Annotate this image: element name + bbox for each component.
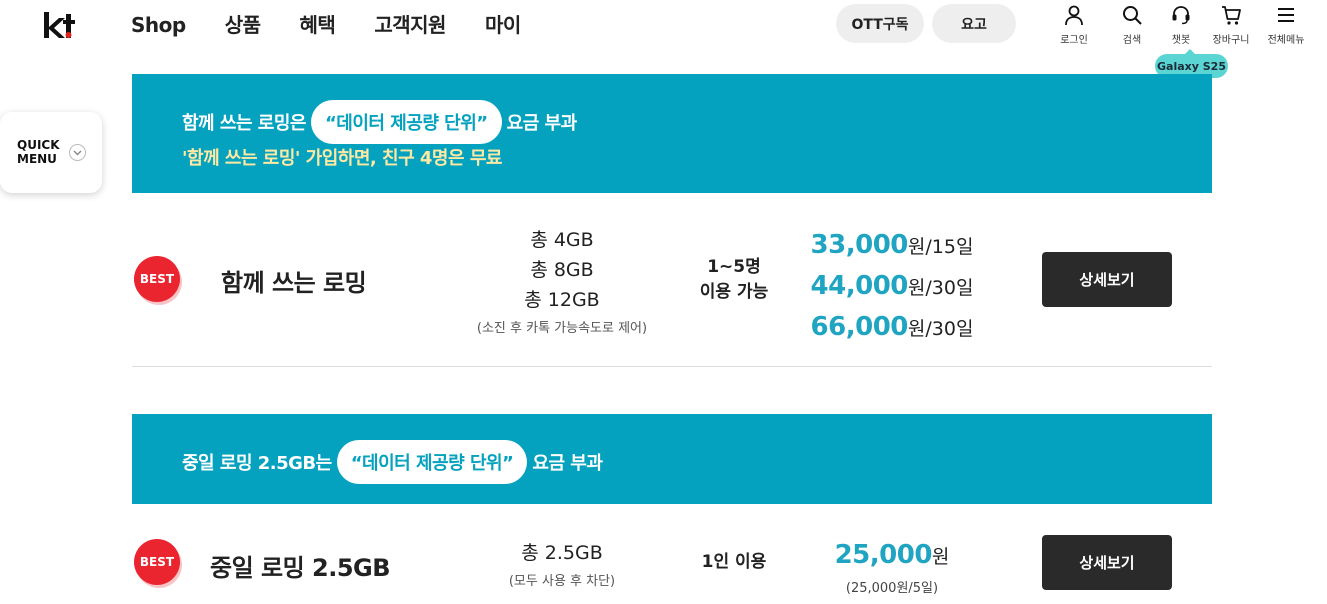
- banner1-highlight-chip: “데이터 제공량 단위”: [310, 100, 502, 144]
- all-menu-label: 전체메뉴: [1267, 35, 1305, 46]
- banner1-line1: 함께 쓰는 로밍은 “데이터 제공량 단위” 요금 부과: [182, 100, 577, 144]
- chevron-down-icon: [73, 150, 82, 155]
- ott-subscription-button[interactable]: OTT구독: [836, 4, 924, 43]
- users-count: 1인 이용: [701, 552, 767, 572]
- banner1-line2: '함께 쓰는 로밍' 가입하면, 친구 4명은 무료: [182, 148, 502, 169]
- price-option: 66,000원/30일: [777, 308, 1007, 349]
- data-option: 총 2.5GB: [521, 542, 603, 564]
- price-amount: 44,000: [810, 271, 909, 301]
- price-option: 44,000원/30일: [777, 267, 1007, 308]
- price-unit: 원/15일: [907, 236, 974, 258]
- users-desc: 이용 가능: [699, 282, 769, 302]
- price-unit: 원/30일: [907, 318, 974, 340]
- price-amount: 66,000: [810, 312, 909, 342]
- plan-row-together-roaming: BEST 함께 쓰는 로밍 총 4GB 총 8GB 총 12GB (소진 후 카…: [132, 193, 1212, 367]
- kt-logo-mark: [44, 12, 75, 38]
- kt-logo[interactable]: [42, 10, 78, 40]
- cart-button[interactable]: 장바구니: [1206, 4, 1256, 46]
- search-icon: [1123, 6, 1142, 25]
- banner1-text-after: 요금 부과: [506, 113, 578, 134]
- plan-prices: 33,000원/15일 44,000원/30일 66,000원/30일: [777, 226, 1007, 349]
- plan2-detail-button[interactable]: 상세보기: [1042, 535, 1172, 590]
- plan-prices: 25,000원 (25,000원/5일): [777, 536, 1007, 596]
- chatbot-button[interactable]: 챗봇: [1156, 4, 1206, 46]
- plan-name: 중일 로밍 2.5GB: [210, 554, 391, 582]
- data-option: 총 12GB: [524, 289, 600, 311]
- plan-data-allowance: 총 4GB 총 8GB 총 12GB (소진 후 카톡 가능속도로 제어): [452, 225, 672, 336]
- search-label: 검색: [1122, 35, 1142, 46]
- all-menu-button[interactable]: 전체메뉴: [1261, 4, 1311, 46]
- banner1-text-before: 함께 쓰는 로밍은: [182, 113, 306, 134]
- data-note: (모두 사용 후 차단): [508, 574, 616, 589]
- plan-name: 함께 쓰는 로밍: [221, 269, 367, 297]
- quick-menu-toggle[interactable]: [69, 144, 86, 161]
- plan-users: 1~5명 이용 가능: [674, 255, 794, 305]
- nav-benefits[interactable]: 혜택: [300, 12, 336, 38]
- cart-label: 장바구니: [1212, 35, 1250, 46]
- quick-menu[interactable]: QUICK MENU: [0, 112, 102, 193]
- price-option: 33,000원/15일: [777, 226, 1007, 267]
- quick-menu-label: QUICK MENU: [17, 138, 60, 166]
- banner2-line1: 중일 로밍 2.5GB는 “데이터 제공량 단위” 요금 부과: [182, 440, 603, 484]
- banner2-highlight-chip: “데이터 제공량 단위”: [336, 440, 528, 484]
- nav-support[interactable]: 고객지원: [374, 12, 446, 38]
- plan-data-allowance: 총 2.5GB (모두 사용 후 차단): [452, 538, 672, 589]
- price-amount: 25,000: [834, 540, 933, 570]
- login-button[interactable]: 로그인: [1049, 4, 1099, 46]
- nav-shop[interactable]: Shop: [131, 12, 186, 38]
- best-badge: BEST: [134, 256, 180, 302]
- banner2-text-before: 중일 로밍 2.5GB는: [182, 453, 332, 474]
- global-header: Shop 상품 혜택 고객지원 마이 OTT구독 요고 로그인 검색 챗봇 장바…: [0, 0, 1327, 78]
- price-option: 25,000원: [777, 536, 1007, 577]
- best-badge: BEST: [134, 539, 180, 585]
- plan-row-china-japan-roaming: BEST 중일 로밍 2.5GB 총 2.5GB (모두 사용 후 차단) 1인…: [132, 504, 1212, 604]
- headset-icon: [1172, 6, 1190, 25]
- data-option: 총 8GB: [530, 259, 594, 281]
- price-amount: 33,000: [810, 230, 909, 260]
- together-roaming-banner: 함께 쓰는 로밍은 “데이터 제공량 단위” 요금 부과 '함께 쓰는 로밍' …: [132, 74, 1212, 193]
- price-note: (25,000원/5일): [845, 581, 939, 596]
- search-button[interactable]: 검색: [1107, 4, 1157, 46]
- menu-icon: [1278, 8, 1294, 22]
- person-icon: [1065, 5, 1083, 26]
- price-unit: 원/30일: [907, 277, 974, 299]
- banner2-text-after: 요금 부과: [532, 453, 603, 474]
- yogo-button[interactable]: 요고: [932, 4, 1016, 43]
- price-unit: 원: [931, 546, 950, 568]
- data-option: 총 4GB: [530, 229, 594, 251]
- login-label: 로그인: [1060, 35, 1088, 46]
- chatbot-label: 챗봇: [1171, 35, 1191, 46]
- plan-users: 1인 이용: [674, 550, 794, 575]
- china-japan-roaming-banner: 중일 로밍 2.5GB는 “데이터 제공량 단위” 요금 부과: [132, 414, 1212, 504]
- main-nav: Shop 상품 혜택 고객지원 마이: [131, 12, 560, 38]
- nav-products[interactable]: 상품: [225, 12, 261, 38]
- plan1-detail-button[interactable]: 상세보기: [1042, 252, 1172, 307]
- users-count: 1~5명: [707, 257, 761, 277]
- data-note: (소진 후 카톡 가능속도로 제어): [476, 321, 648, 336]
- cart-icon: [1222, 6, 1241, 25]
- nav-my[interactable]: 마이: [485, 12, 521, 38]
